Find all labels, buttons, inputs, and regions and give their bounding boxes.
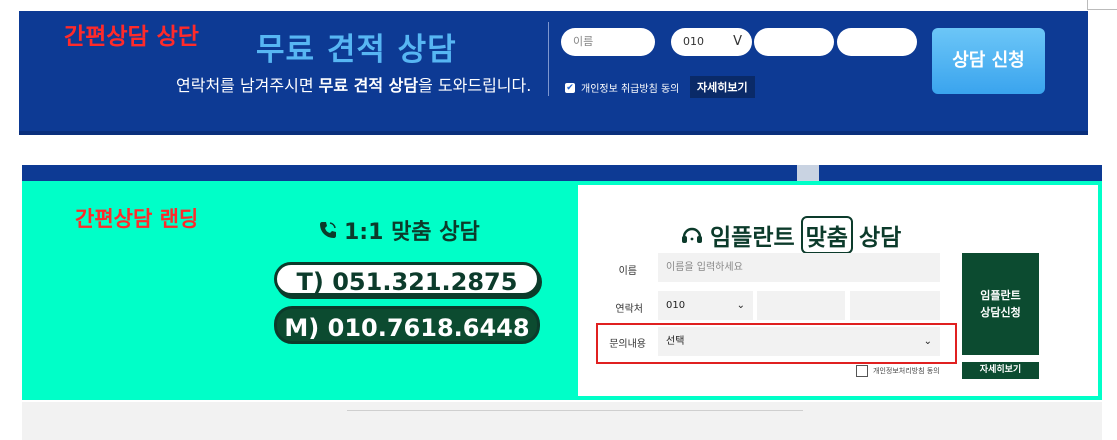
phone-icon (320, 222, 336, 238)
landing-mobile-number[interactable]: M) 010.7618.6448 (274, 306, 540, 344)
subtitle-post: 을 도와드립니다. (418, 76, 532, 95)
inquiry-select[interactable]: 선택 ⌄ (658, 327, 940, 356)
name-input[interactable]: 이름을 입력하세요 (658, 253, 940, 282)
checkbox[interactable] (856, 365, 868, 377)
chevron-down-icon: V (733, 34, 742, 49)
form-title-pre: 임플란트 (710, 225, 795, 251)
bottom-section (22, 402, 1102, 440)
phone-prefix-select[interactable]: 010 ⌄ (658, 291, 753, 320)
submit-line2: 상담신청 (980, 306, 1021, 319)
landing-heading: 1:1 맞춤 상담 (318, 214, 480, 246)
inquiry-label: 문의내용 (609, 339, 646, 350)
checkbox-checked-icon[interactable]: ✔ (565, 82, 575, 93)
landing-heading-text: 1:1 맞춤 상담 (344, 220, 480, 245)
phone-middle-input[interactable] (757, 291, 845, 320)
implant-submit-button[interactable]: 임플란트 상담신청 (962, 253, 1039, 355)
top-phone-last-input[interactable] (837, 28, 917, 56)
agree-label: 개인정보처리방침 동의 (873, 367, 940, 375)
inquiry-value: 선택 (666, 336, 685, 347)
submit-line1: 임플란트 (980, 289, 1021, 302)
subtitle-pre: 연락처를 남겨주시면 (176, 76, 319, 95)
top-agree-label: 개인정보 취급방침 동의 (581, 84, 680, 95)
detail-button[interactable]: 자세히보기 (962, 362, 1039, 379)
stripe-decoration (797, 165, 819, 181)
top-agree-checkbox-row[interactable]: ✔ 개인정보 취급방침 동의 (565, 80, 679, 95)
phone-prefix-value: 010 (666, 300, 686, 311)
phone-last-input[interactable] (850, 291, 940, 320)
top-phone-prefix-select[interactable]: 010 V (671, 28, 752, 56)
form-title-highlight: 맞춤 (800, 216, 853, 254)
top-annotation-label: 간편상담 상단 (64, 24, 199, 50)
subtitle-bold: 무료 견적 상담 (318, 76, 419, 95)
landing-annotation-label: 간편상담 랜딩 (75, 207, 199, 231)
bottom-divider (347, 410, 803, 411)
landing-tel-number[interactable]: T) 051.321.2875 (274, 262, 540, 296)
top-banner-subtitle: 연락처를 남겨주시면 무료 견적 상담을 도와드립니다. (176, 72, 531, 96)
corner-box (1087, 0, 1117, 10)
headset-icon (682, 227, 702, 243)
name-label: 이름 (618, 266, 637, 277)
chevron-down-icon: ⌄ (736, 300, 745, 311)
top-phone-middle-input[interactable] (754, 28, 834, 56)
phone-prefix-value: 010 (683, 35, 704, 48)
chevron-down-icon: ⌄ (923, 336, 932, 347)
landing-top-stripe (22, 165, 1102, 181)
contact-label: 연락처 (615, 304, 643, 315)
top-name-input[interactable]: 이름 (561, 28, 655, 56)
agree-checkbox-row[interactable]: 개인정보처리방침 동의 (856, 365, 940, 377)
top-divider (548, 22, 549, 96)
top-detail-button[interactable]: 자세히보기 (690, 76, 755, 98)
form-title-post: 상담 (858, 225, 902, 251)
form-title: 임플란트 맞춤 상담 (680, 216, 901, 254)
top-submit-button[interactable]: 상담 신청 (932, 28, 1045, 94)
top-banner-title: 무료 견적 상담 (256, 32, 457, 68)
